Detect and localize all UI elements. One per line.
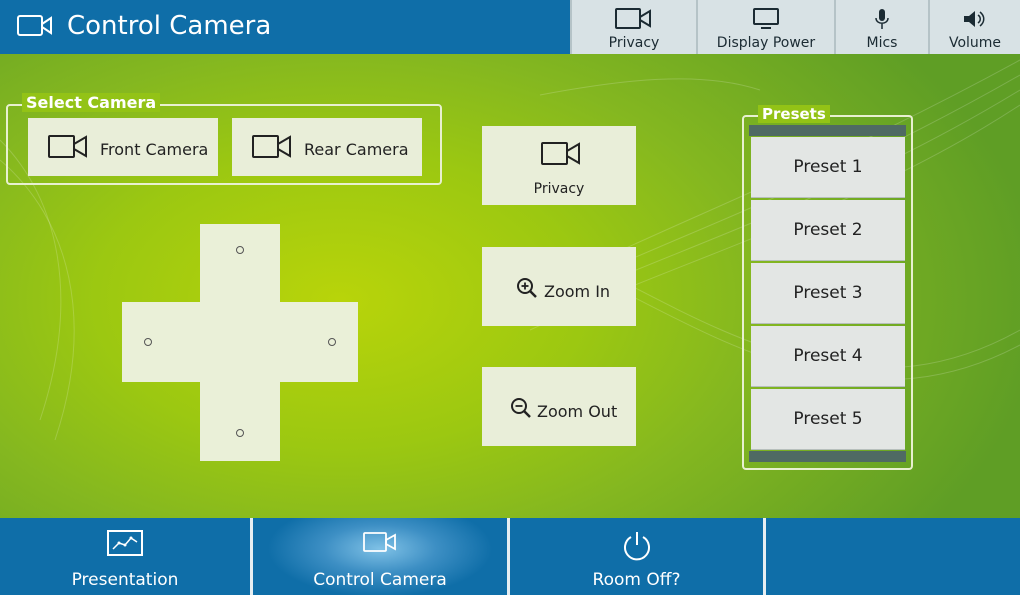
mics-label: Mics bbox=[866, 35, 898, 51]
display-power-label: Display Power bbox=[716, 35, 816, 51]
video-camera-icon bbox=[48, 135, 87, 158]
monitor-icon bbox=[753, 8, 779, 29]
tab-room-off[interactable]: Room Off? bbox=[510, 518, 763, 595]
video-camera-icon bbox=[363, 532, 396, 552]
rear-camera-button[interactable]: Rear Camera bbox=[232, 118, 422, 176]
presets-scroll-top bbox=[749, 125, 906, 136]
zoom-in-button[interactable]: Zoom In bbox=[482, 247, 636, 326]
pan-left-button[interactable] bbox=[122, 302, 200, 382]
preset-3-button[interactable]: Preset 3 bbox=[751, 263, 905, 324]
right-indicator bbox=[328, 338, 336, 346]
display-power-button[interactable]: Display Power bbox=[696, 0, 834, 54]
volume-button[interactable]: Volume bbox=[928, 0, 1020, 54]
down-indicator bbox=[236, 429, 244, 437]
presentation-icon bbox=[107, 530, 143, 556]
page-title: Control Camera bbox=[67, 11, 272, 41]
preset-2-button[interactable]: Preset 2 bbox=[751, 200, 905, 261]
front-camera-label: Front Camera bbox=[100, 140, 209, 159]
speaker-icon bbox=[964, 11, 985, 27]
tab-control-camera-label: Control Camera bbox=[313, 570, 447, 590]
preset-4-button[interactable]: Preset 4 bbox=[751, 326, 905, 387]
power-icon bbox=[623, 532, 650, 561]
volume-label: Volume bbox=[948, 35, 1002, 51]
privacy-toggle-button[interactable]: Privacy bbox=[570, 0, 696, 54]
front-camera-button[interactable]: Front Camera bbox=[28, 118, 218, 176]
camera-privacy-button[interactable]: Privacy bbox=[482, 126, 636, 205]
left-indicator bbox=[144, 338, 152, 346]
preset-5-button[interactable]: Preset 5 bbox=[751, 389, 905, 450]
presets-scroll-bottom bbox=[749, 451, 906, 462]
zoom-out-label: Zoom Out bbox=[537, 402, 618, 421]
zoom-out-icon bbox=[511, 398, 531, 418]
privacy-label: Privacy bbox=[608, 35, 660, 51]
select-camera-title: Select Camera bbox=[22, 93, 161, 112]
mics-button[interactable]: Mics bbox=[834, 0, 928, 54]
tab-divider bbox=[763, 518, 766, 595]
zoom-in-icon bbox=[517, 278, 537, 298]
microphone-icon bbox=[875, 9, 889, 29]
camera-privacy-label: Privacy bbox=[533, 181, 585, 197]
zoom-out-button[interactable]: Zoom Out bbox=[482, 367, 636, 446]
video-camera-icon bbox=[17, 15, 52, 36]
video-camera-icon bbox=[615, 8, 651, 29]
pan-right-button[interactable] bbox=[280, 302, 358, 382]
presets-title: Presets bbox=[758, 105, 830, 123]
pan-up-button[interactable] bbox=[200, 224, 280, 302]
video-camera-icon bbox=[541, 142, 580, 165]
tab-room-off-label: Room Off? bbox=[592, 570, 681, 590]
tab-presentation[interactable]: Presentation bbox=[0, 518, 250, 595]
tab-control-camera[interactable]: Control Camera bbox=[253, 518, 507, 595]
preset-1-button[interactable]: Preset 1 bbox=[751, 137, 905, 198]
rear-camera-label: Rear Camera bbox=[304, 140, 409, 159]
tab-presentation-label: Presentation bbox=[71, 570, 179, 590]
video-camera-icon bbox=[252, 135, 291, 158]
zoom-in-label: Zoom In bbox=[544, 282, 611, 301]
up-indicator bbox=[236, 246, 244, 254]
pan-down-button[interactable] bbox=[200, 382, 280, 461]
